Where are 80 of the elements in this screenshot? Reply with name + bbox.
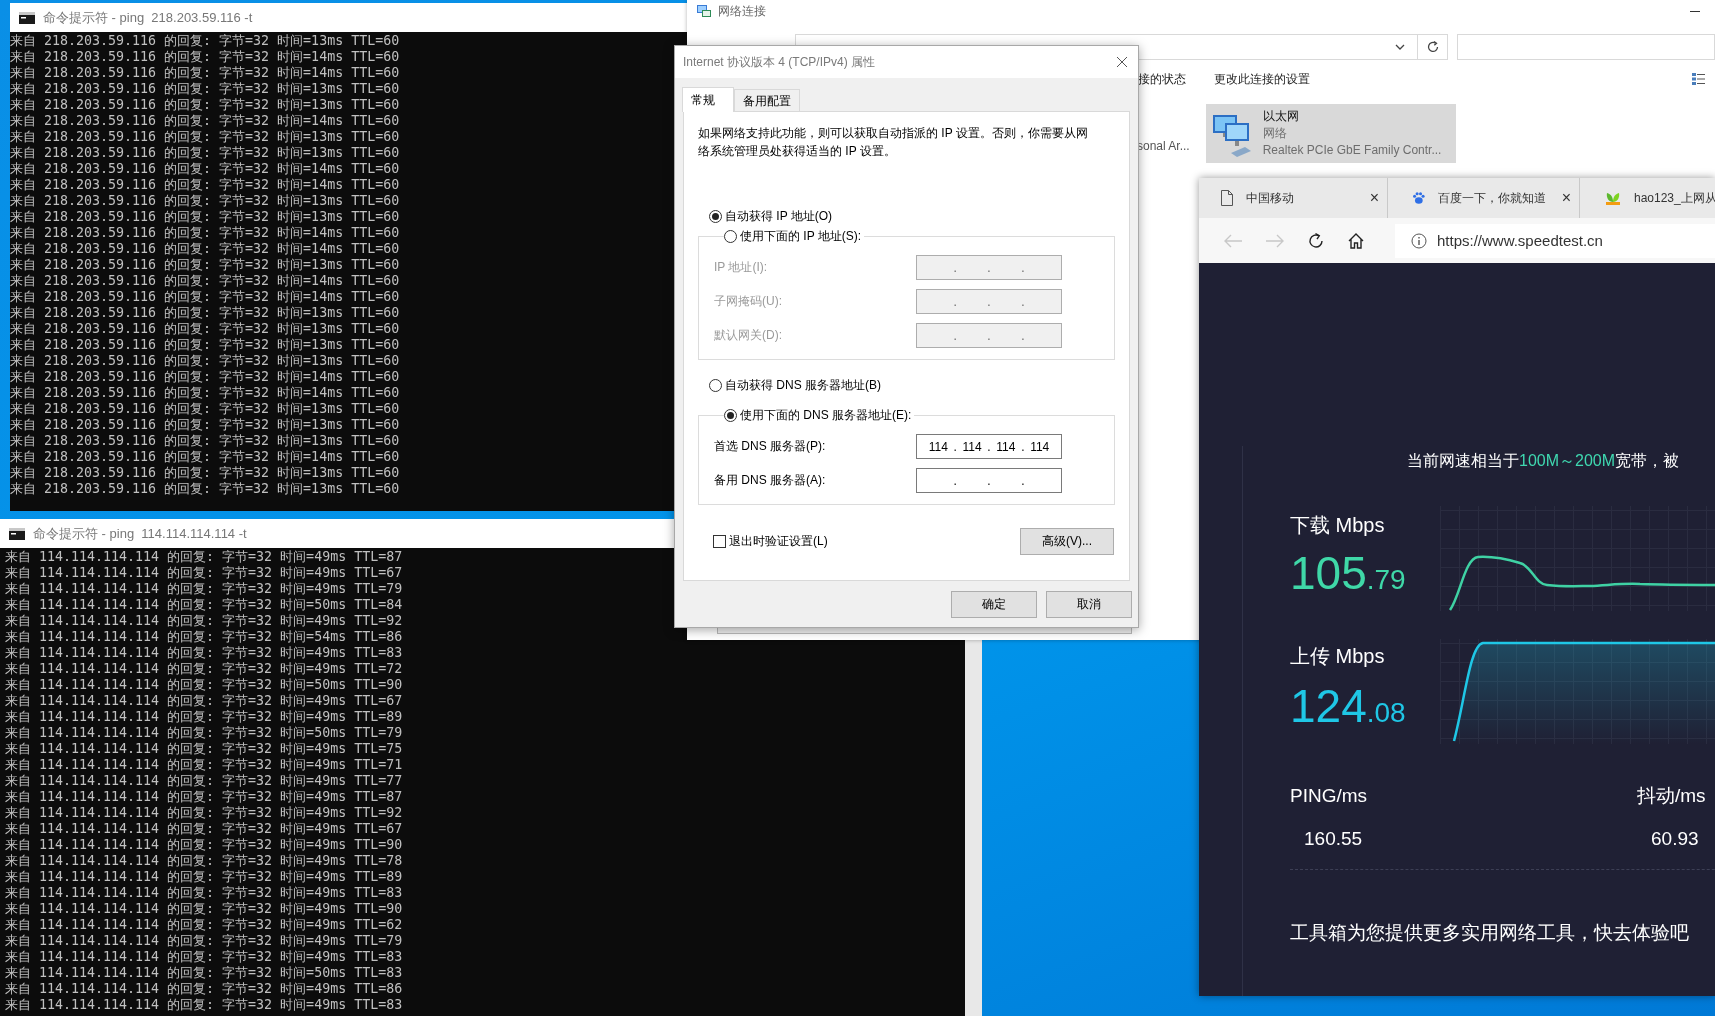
console-line: 来自 218.203.59.116 的回复: 字节=32 时间=13ms TTL=60 (10, 417, 401, 433)
promo-text: 工具箱为您提供更多实用网络工具，快去体验吧 (1290, 921, 1690, 945)
console-line: 来自 218.203.59.116 的回复: 字节=32 时间=13ms TTL=60 (10, 465, 401, 481)
stat-value: 160.55 (1303, 827, 1364, 851)
console-line: 来自 114.114.114.114 的回复: 字节=32 时间=49ms TTL=77 (5, 773, 404, 789)
console-line: 来自 114.114.114.114 的回复: 字节=32 时间=49ms TTL=79 (5, 933, 404, 949)
console-line: 来自 218.203.59.116 的回复: 字节=32 时间=14ms TTL=60 (10, 241, 401, 257)
console-line: 来自 114.114.114.114 的回复: 字节=32 时间=49ms TTL=78 (5, 853, 404, 869)
connection-status: 网络 (1262, 125, 1288, 142)
console-line: 来自 218.203.59.116 的回复: 字节=32 时间=14ms TTL=60 (10, 449, 401, 465)
console-line: 来自 218.203.59.116 的回复: 字节=32 时间=14ms TTL=60 (10, 225, 401, 241)
speed-value: 124.08 (1290, 682, 1407, 734)
field-label: 备用 DNS 服务器(A): (714, 472, 826, 489)
console-line: 来自 218.203.59.116 的回复: 字节=32 时间=13ms TTL=60 (10, 433, 401, 449)
description-text: 如果网络支持此功能，则可以获取自动指派的 IP 设置。否则，你需要从网络系统管理员处获得适当的 IP 设置。 (698, 125, 1089, 160)
console-line: 来自 114.114.114.114 的回复: 字节=32 时间=49ms TTL=62 (5, 917, 404, 933)
console-line: 来自 114.114.114.114 的回复: 字节=32 时间=49ms TTL=92 (5, 805, 404, 821)
console-line: 来自 114.114.114.114 的回复: 字节=32 时间=49ms TTL=89 (5, 709, 404, 725)
console-line: 来自 114.114.114.114 的回复: 字节=32 时间=49ms TTL=87 (5, 789, 404, 805)
console-line: 来自 114.114.114.114 的回复: 字节=32 时间=49ms TTL=86 (5, 981, 404, 997)
console-line: 来自 218.203.59.116 的回复: 字节=32 时间=13ms TTL=60 (10, 305, 401, 321)
console-line: 来自 218.203.59.116 的回复: 字节=32 时间=14ms TTL=60 (10, 385, 401, 401)
console-line: 来自 218.203.59.116 的回复: 字节=32 时间=14ms TTL=60 (10, 161, 401, 177)
window-title: 命令提示符 - ping 114.114.114.114 -t (33, 524, 247, 543)
field-label: IP 地址(I): (714, 259, 768, 276)
console-line: 来自 114.114.114.114 的回复: 字节=32 时间=49ms TTL=92 (5, 613, 404, 629)
field-label: 首选 DNS 服务器(P): (714, 438, 826, 455)
stat-value: 60.93 (1650, 827, 1700, 851)
console-line: 来自 114.114.114.114 的回复: 字节=32 时间=49ms TTL=83 (5, 997, 404, 1013)
console-line: 来自 218.203.59.116 的回复: 字节=32 时间=13ms TTL=60 (10, 401, 401, 417)
speed-value: 105.79 (1290, 549, 1407, 601)
console-line: 来自 114.114.114.114 的回复: 字节=32 时间=49ms TTL=67 (5, 693, 404, 709)
console-line: 来自 114.114.114.114 的回复: 字节=32 时间=49ms TTL=67 (5, 565, 404, 581)
console-line: 来自 218.203.59.116 的回复: 字节=32 时间=14ms TTL=60 (10, 289, 401, 305)
console-line: 来自 114.114.114.114 的回复: 字节=32 时间=49ms TTL=75 (5, 741, 404, 757)
console-line: 来自 114.114.114.114 的回复: 字节=32 时间=50ms TTL=90 (5, 677, 404, 693)
device-name: Realtek PCIe GbE Family Contr... (1262, 142, 1442, 159)
stat-label: 抖动/ms (1637, 784, 1706, 808)
console-line: 来自 114.114.114.114 的回复: 字节=32 时间=49ms TTL=83 (5, 949, 404, 965)
console-line: 来自 218.203.59.116 的回复: 字节=32 时间=13ms TTL=60 (10, 33, 401, 49)
summary-text: 当前网速相当于100M～200M宽带，被 (1407, 451, 1681, 471)
console-line: 来自 218.203.59.116 的回复: 字节=32 时间=14ms TTL=60 (10, 273, 401, 289)
console-line: 来自 218.203.59.116 的回复: 字节=32 时间=13ms TTL=60 (10, 97, 401, 113)
console-line: 来自 114.114.114.114 的回复: 字节=32 时间=50ms TTL=83 (5, 965, 404, 981)
field-label: 子网掩码(U): (714, 293, 782, 310)
window-title: Internet 协议版本 4 (TCP/IPv4) 属性 (683, 53, 876, 71)
console-line: 来自 218.203.59.116 的回复: 字节=32 时间=14ms TTL=60 (10, 369, 401, 385)
console-line: 来自 218.203.59.116 的回复: 字节=32 时间=14ms TTL=60 (10, 113, 401, 129)
console-line: 来自 218.203.59.116 的回复: 字节=32 时间=14ms TTL=60 (10, 65, 401, 81)
console-line: 来自 218.203.59.116 的回复: 字节=32 时间=13ms TTL=60 (10, 321, 401, 337)
field-label: 默认网关(D): (714, 327, 782, 344)
console-line: 来自 114.114.114.114 的回复: 字节=32 时间=50ms TTL=84 (5, 597, 404, 613)
console-line: 来自 218.203.59.116 的回复: 字节=32 时间=13ms TTL=60 (10, 81, 401, 97)
console-line: 来自 114.114.114.114 的回复: 字节=32 时间=49ms TTL=71 (5, 757, 404, 773)
console-line: 来自 114.114.114.114 的回复: 字节=32 时间=49ms TTL=79 (5, 581, 404, 597)
console-line: 来自 218.203.59.116 的回复: 字节=32 时间=13ms TTL=60 (10, 337, 401, 353)
console-line: 来自 114.114.114.114 的回复: 字节=32 时间=49ms TTL=87 (5, 549, 404, 565)
console-line: 来自 218.203.59.116 的回复: 字节=32 时间=13ms TTL=60 (10, 353, 401, 369)
console-line: 来自 114.114.114.114 的回复: 字节=32 时间=49ms TTL=90 (5, 901, 404, 917)
console-line: 来自 218.203.59.116 的回复: 字节=32 时间=14ms TTL=60 (10, 177, 401, 193)
metric-label: 上传 Mbps (1290, 644, 1386, 668)
console-line: 来自 114.114.114.114 的回复: 字节=32 时间=49ms TTL=67 (5, 821, 404, 837)
console-line: 来自 114.114.114.114 的回复: 字节=32 时间=49ms TTL=83 (5, 885, 404, 901)
window-title: 命令提示符 - ping 218.203.59.116 -t (43, 8, 253, 27)
console-line: 来自 114.114.114.114 的回复: 字节=32 时间=50ms TTL=79 (5, 725, 404, 741)
metric-label: 下载 Mbps (1290, 513, 1386, 537)
console-line: 来自 218.203.59.116 的回复: 字节=32 时间=13ms TTL=60 (10, 129, 401, 145)
window-title: 网络连接 (718, 2, 766, 20)
console-line: 来自 114.114.114.114 的回复: 字节=32 时间=54ms TTL=86 (5, 629, 404, 645)
console-line: 来自 114.114.114.114 的回复: 字节=32 时间=49ms TTL=72 (5, 661, 404, 677)
console-line: 来自 218.203.59.116 的回复: 字节=32 时间=13ms TTL=60 (10, 145, 401, 161)
console-line: 来自 218.203.59.116 的回复: 字节=32 时间=13ms TTL=60 (10, 257, 401, 273)
console-line: 来自 114.114.114.114 的回复: 字节=32 时间=49ms TTL=83 (5, 645, 404, 661)
console-line: 来自 218.203.59.116 的回复: 字节=32 时间=13ms TTL=60 (10, 209, 401, 225)
console-line: 来自 218.203.59.116 的回复: 字节=32 时间=13ms TTL=60 (10, 193, 401, 209)
console-line: 来自 114.114.114.114 的回复: 字节=32 时间=49ms TTL=90 (5, 837, 404, 853)
connection-name: 以太网 (1262, 108, 1300, 125)
stat-label: PING/ms (1290, 784, 1369, 808)
console-line: 来自 114.114.114.114 的回复: 字节=32 时间=49ms TTL=89 (5, 869, 404, 885)
console-line: 来自 218.203.59.116 的回复: 字节=32 时间=13ms TTL=60 (10, 481, 401, 497)
